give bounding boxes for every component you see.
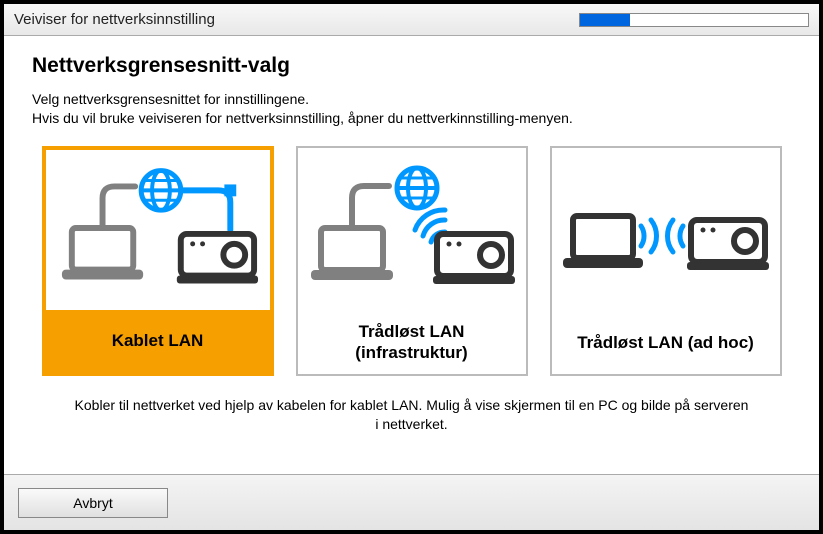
wireless-adhoc-icon bbox=[552, 148, 780, 312]
cancel-button[interactable]: Avbryt bbox=[18, 488, 168, 518]
option-description: Kobler til nettverket ved hjelp av kabel… bbox=[32, 396, 791, 434]
wireless-infra-icon bbox=[298, 148, 526, 312]
wired-lan-icon bbox=[46, 150, 270, 310]
option-wireless-infra-label: Trådløst LAN (infrastruktur) bbox=[298, 312, 526, 374]
progress-fill bbox=[580, 14, 630, 26]
option-wired-lan-label: Kablet LAN bbox=[46, 310, 270, 372]
progress-bar bbox=[579, 13, 809, 27]
option-wired-lan[interactable]: Kablet LAN bbox=[42, 146, 274, 376]
options-row: Kablet LAN bbox=[32, 146, 791, 376]
option-wireless-adhoc-label: Trådløst LAN (ad hoc) bbox=[552, 312, 780, 374]
window-title: Veiviser for nettverksinnstilling bbox=[14, 11, 215, 28]
option-wireless-infrastructure[interactable]: Trådløst LAN (infrastruktur) bbox=[296, 146, 528, 376]
instructions: Velg nettverksgrensesnittet for innstill… bbox=[32, 90, 791, 128]
instruction-line-1: Velg nettverksgrensesnittet for innstill… bbox=[32, 90, 791, 109]
page-title: Nettverksgrensesnitt-valg bbox=[32, 54, 791, 78]
wizard-window: Veiviser for nettverksinnstilling Nettve… bbox=[0, 0, 823, 534]
footer: Avbryt bbox=[4, 474, 819, 530]
option-wireless-adhoc[interactable]: Trådløst LAN (ad hoc) bbox=[550, 146, 782, 376]
content-area: Nettverksgrensesnitt-valg Velg nettverks… bbox=[4, 36, 819, 474]
instruction-line-2: Hvis du vil bruke veiviseren for nettver… bbox=[32, 109, 791, 128]
titlebar: Veiviser for nettverksinnstilling bbox=[4, 4, 819, 36]
